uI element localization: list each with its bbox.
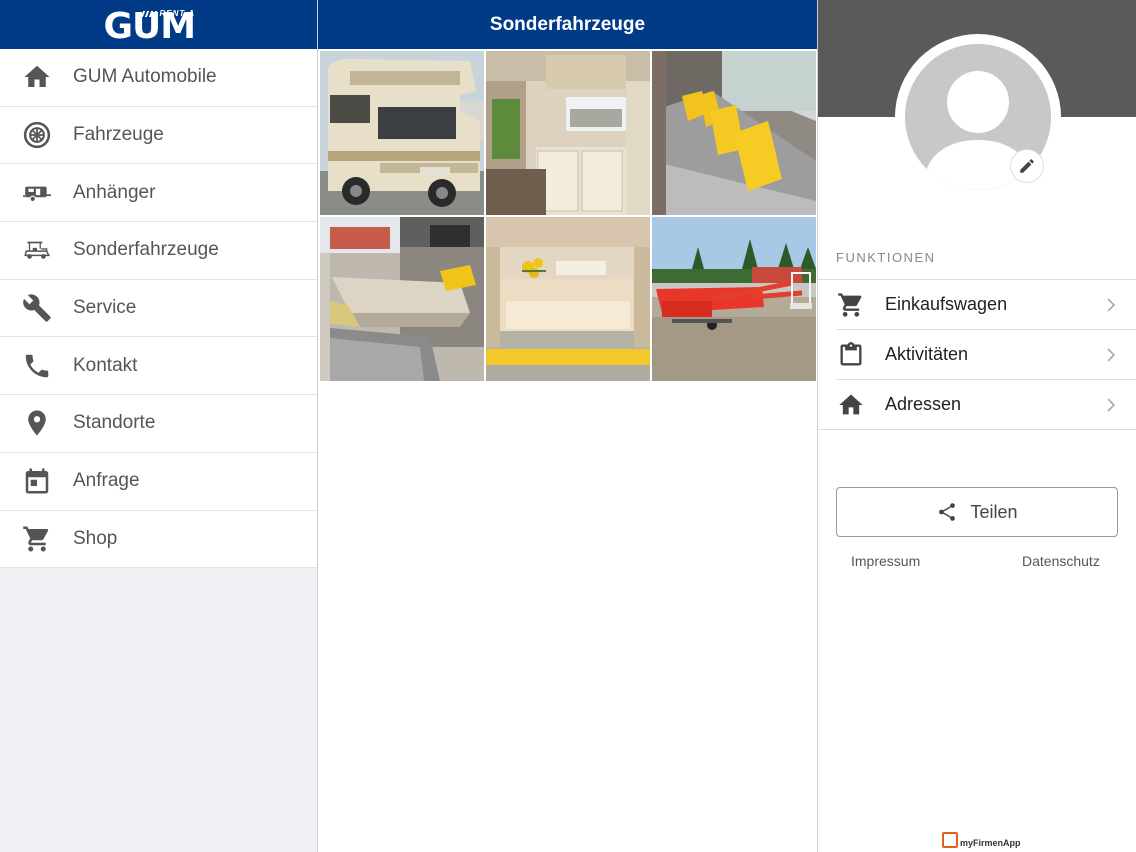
sidebar-item-label: Kontakt	[73, 354, 138, 376]
datenschutz-link[interactable]: Datenschutz	[1022, 553, 1100, 569]
share-button-label: Teilen	[970, 501, 1018, 522]
cart-icon	[836, 290, 866, 320]
page-header: Sonderfahrzeuge	[318, 0, 817, 49]
impressum-link[interactable]: Impressum	[851, 553, 920, 569]
phone-icon	[0, 351, 72, 381]
page-title: Sonderfahrzeuge	[489, 13, 646, 35]
chevron-right-icon	[1107, 348, 1116, 362]
home-icon	[836, 390, 866, 420]
gallery-thumb-motorhome-exterior[interactable]	[320, 51, 484, 215]
function-item-einkaufswagen[interactable]: Einkaufswagen	[836, 280, 1136, 330]
app-window: GUM RENT A GUM Automobile Fahrzeuge Anhä…	[0, 0, 1136, 852]
home-icon	[0, 62, 72, 92]
footer-app-logo: myFirmenApp	[942, 832, 1021, 848]
golf-cart-icon	[0, 235, 72, 265]
sidebar: GUM RENT A GUM Automobile Fahrzeuge Anhä…	[0, 0, 318, 852]
gum-logo[interactable]: GUM RENT A	[104, 5, 214, 45]
function-item-aktivitaeten[interactable]: Aktivitäten	[836, 330, 1136, 380]
cart-icon	[0, 524, 72, 554]
sidebar-item-service[interactable]: Service	[0, 280, 317, 338]
edit-profile-button[interactable]	[1010, 149, 1044, 183]
function-item-label: Einkaufswagen	[885, 294, 1008, 314]
logo-tagline: RENT A	[159, 8, 195, 18]
sidebar-item-label: Standorte	[73, 412, 156, 434]
sidebar-item-label: Shop	[73, 527, 118, 549]
gallery-thumb-aerial-work-platform[interactable]	[652, 217, 816, 381]
gallery-thumb-motorhome-bed[interactable]	[486, 217, 650, 381]
functions-section-title: FUNKTIONEN	[836, 250, 936, 265]
share-button[interactable]: Teilen	[836, 487, 1118, 537]
function-item-label: Adressen	[885, 394, 962, 414]
sidebar-item-standorte[interactable]: Standorte	[0, 395, 317, 453]
trailer-icon	[0, 178, 72, 208]
footer-brand-text: myFirmenApp	[960, 838, 1021, 848]
sidebar-menu: GUM Automobile Fahrzeuge Anhänger Sonder…	[0, 49, 317, 569]
sidebar-item-shop[interactable]: Shop	[0, 511, 317, 569]
sidebar-item-fahrzeuge[interactable]: Fahrzeuge	[0, 107, 317, 165]
sidebar-item-gum-automobile[interactable]: GUM Automobile	[0, 49, 317, 107]
sidebar-item-label: GUM Automobile	[73, 66, 217, 88]
gallery-thumb-motorhome-kitchen[interactable]	[486, 51, 650, 215]
functions-list: Einkaufswagen Aktivitäten Adressen	[818, 279, 1136, 430]
sidebar-item-label: Anfrage	[73, 470, 140, 492]
sidebar-item-label: Fahrzeuge	[73, 124, 164, 146]
pencil-icon	[1020, 159, 1034, 173]
share-icon	[939, 503, 956, 521]
calendar-icon	[0, 466, 72, 496]
logo-stripes	[140, 10, 159, 17]
sidebar-item-label: Sonderfahrzeuge	[73, 239, 219, 261]
sidebar-item-anhaenger[interactable]: Anhänger	[0, 164, 317, 223]
function-item-label: Aktivitäten	[885, 344, 969, 364]
main-content: Sonderfahrzeuge	[318, 0, 818, 852]
profile-panel: FUNKTIONEN Einkaufswagen Aktivitäten Adr…	[818, 0, 1136, 852]
sidebar-header: GUM RENT A	[0, 0, 317, 49]
sidebar-item-label: Anhänger	[73, 181, 156, 203]
wrench-icon	[0, 293, 72, 323]
location-pin-icon	[0, 408, 72, 438]
clipboard-icon	[836, 340, 866, 370]
chevron-right-icon	[1107, 398, 1116, 412]
sidebar-item-kontakt[interactable]: Kontakt	[0, 337, 317, 396]
gallery-thumb-motorhome-dinette[interactable]	[320, 217, 484, 381]
wheel-icon	[0, 120, 72, 150]
sidebar-item-anfrage[interactable]: Anfrage	[0, 453, 317, 511]
sidebar-item-label: Service	[73, 297, 137, 319]
photo-gallery	[318, 49, 817, 381]
gallery-thumb-motorhome-sofa[interactable]	[652, 51, 816, 215]
chevron-right-icon	[1107, 298, 1116, 312]
app-logo-icon	[942, 832, 958, 848]
function-item-adressen[interactable]: Adressen	[818, 380, 1136, 430]
sidebar-item-sonderfahrzeuge[interactable]: Sonderfahrzeuge	[0, 222, 317, 280]
